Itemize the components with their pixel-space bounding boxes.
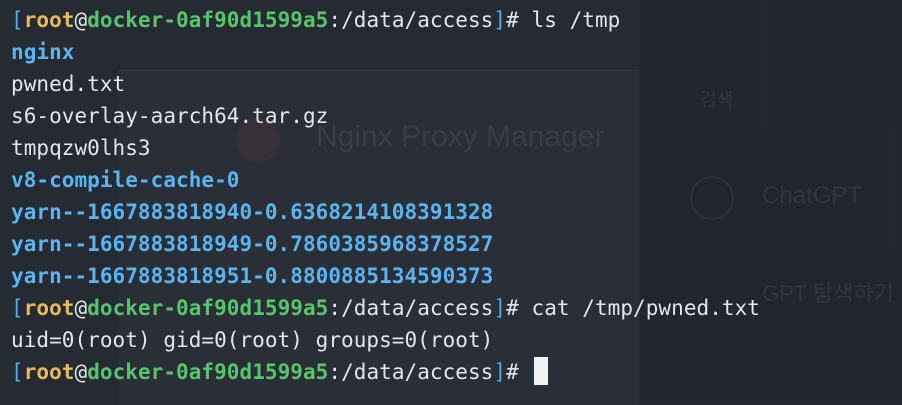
prompt-host: docker-0af90d1599a5 bbox=[87, 8, 329, 32]
ls-entry-dir: yarn--1667883818940-0.6368214108391328 bbox=[11, 200, 494, 224]
prompt-symbol: # bbox=[506, 360, 519, 384]
terminal-cursor[interactable] bbox=[533, 357, 548, 385]
prompt-close-bracket: ] bbox=[493, 8, 507, 32]
prompt-open-bracket: [ bbox=[11, 296, 24, 320]
command-cat: cat /tmp/pwned.txt bbox=[531, 296, 760, 320]
prompt-close-bracket: ] bbox=[493, 360, 507, 384]
prompt-line-cat: [root@docker-0af90d1599a5:/data/access]#… bbox=[11, 292, 902, 324]
prompt-open-bracket: [ bbox=[11, 360, 24, 384]
prompt-path: /data/access bbox=[341, 8, 494, 32]
prompt-line-current[interactable]: [root@docker-0af90d1599a5:/data/access]# bbox=[11, 356, 902, 388]
ls-entry-dir: v8-compile-cache-0 bbox=[11, 168, 240, 192]
prompt-user: root bbox=[23, 360, 75, 384]
prompt-open-bracket: [ bbox=[11, 8, 24, 32]
prompt-at: @ bbox=[74, 296, 88, 320]
prompt-user: root bbox=[23, 8, 75, 32]
prompt-line-ls: [root@docker-0af90d1599a5:/data/access]#… bbox=[11, 4, 902, 36]
ls-entry-file: pwned.txt bbox=[11, 72, 126, 96]
command-ls: ls /tmp bbox=[531, 8, 621, 32]
prompt-symbol: # bbox=[506, 296, 519, 320]
prompt-colon: : bbox=[328, 8, 342, 32]
prompt-close-bracket: ] bbox=[493, 296, 507, 320]
prompt-colon: : bbox=[328, 360, 342, 384]
terminal-window[interactable]: [root@docker-0af90d1599a5:/data/access]#… bbox=[0, 0, 902, 404]
prompt-colon: : bbox=[328, 296, 342, 320]
cat-output: uid=0(root) gid=0(root) groups=0(root) bbox=[11, 328, 494, 352]
prompt-symbol: # bbox=[506, 8, 519, 32]
ls-entry-dir: yarn--1667883818949-0.7860385968378527 bbox=[11, 232, 494, 256]
prompt-path: /data/access bbox=[341, 296, 494, 320]
ls-entry-file: tmpqzw0lhs3 bbox=[11, 136, 151, 160]
prompt-at: @ bbox=[74, 360, 88, 384]
prompt-host: docker-0af90d1599a5 bbox=[87, 296, 329, 320]
prompt-host: docker-0af90d1599a5 bbox=[87, 360, 329, 384]
prompt-path: /data/access bbox=[341, 360, 494, 384]
prompt-at: @ bbox=[74, 8, 88, 32]
prompt-user: root bbox=[23, 296, 75, 320]
ls-entry-dir: nginx bbox=[11, 40, 75, 64]
ls-entry-dir: yarn--1667883818951-0.8800885134590373 bbox=[11, 264, 494, 288]
ls-entry-file: s6-overlay-aarch64.tar.gz bbox=[11, 104, 329, 128]
